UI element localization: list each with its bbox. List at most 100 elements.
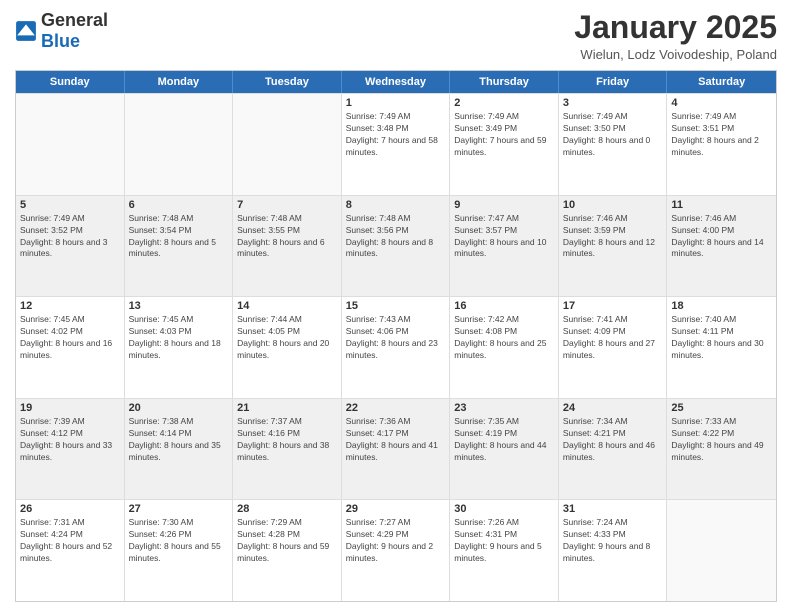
calendar-cell: 16 Sunrise: 7:42 AM Sunset: 4:08 PM Dayli… (450, 297, 559, 398)
cell-info: Sunrise: 7:48 AM Sunset: 3:56 PM Dayligh… (346, 213, 446, 261)
calendar-row: 1 Sunrise: 7:49 AM Sunset: 3:48 PM Daylig… (16, 93, 776, 195)
calendar-cell: 20Sunrise: 7:38 AM Sunset: 4:14 PM Dayli… (125, 399, 234, 500)
calendar-cell: 4 Sunrise: 7:49 AM Sunset: 3:51 PM Daylig… (667, 94, 776, 195)
cell-info: Sunrise: 7:49 AM Sunset: 3:51 PM Dayligh… (671, 111, 772, 159)
cell-info: Sunrise: 7:35 AM Sunset: 4:19 PM Dayligh… (454, 416, 554, 464)
calendar-cell: 22 Sunrise: 7:36 AM Sunset: 4:17 PM Dayli… (342, 399, 451, 500)
calendar-cell: 19 Sunrise: 7:39 AM Sunset: 4:12 PM Dayli… (16, 399, 125, 500)
cell-info: Sunrise: 7:49 AM Sunset: 3:49 PM Dayligh… (454, 111, 554, 159)
cell-info: Sunrise: 7:48 AM Sunset: 3:55 PM Dayligh… (237, 213, 337, 261)
cell-info: Sunrise: 7:42 AM Sunset: 4:08 PM Dayligh… (454, 314, 554, 362)
cell-info: Sunrise: 7:44 AM Sunset: 4:05 PM Dayligh… (237, 314, 337, 362)
cell-info: Sunrise: 7:45 AM Sunset: 4:03 PM Dayligh… (129, 314, 229, 362)
calendar-row: 26 Sunrise: 7:31 AM Sunset: 4:24 PM Dayli… (16, 499, 776, 601)
calendar-header: SundayMondayTuesdayWednesdayThursdayFrid… (16, 71, 776, 93)
calendar-cell: 2Sunrise: 7:49 AM Sunset: 3:49 PM Daylig… (450, 94, 559, 195)
cell-info: Sunrise: 7:41 AM Sunset: 4:09 PM Dayligh… (563, 314, 663, 362)
day-number: 26 (20, 503, 120, 515)
day-number: 20 (129, 402, 229, 414)
day-number: 9 (454, 199, 554, 211)
day-number: 28 (237, 503, 337, 515)
calendar-cell: 9 Sunrise: 7:47 AM Sunset: 3:57 PM Daylig… (450, 196, 559, 297)
logo-icon (15, 20, 37, 42)
calendar-row: 5Sunrise: 7:49 AM Sunset: 3:52 PM Daylig… (16, 195, 776, 297)
calendar-row: 12Sunrise: 7:45 AM Sunset: 4:02 PM Dayli… (16, 296, 776, 398)
calendar-cell: 12Sunrise: 7:45 AM Sunset: 4:02 PM Dayli… (16, 297, 125, 398)
cell-info: Sunrise: 7:37 AM Sunset: 4:16 PM Dayligh… (237, 416, 337, 464)
weekday-header: Saturday (667, 71, 776, 93)
day-number: 23 (454, 402, 554, 414)
calendar-cell: 5Sunrise: 7:49 AM Sunset: 3:52 PM Daylig… (16, 196, 125, 297)
calendar-cell: 25 Sunrise: 7:33 AM Sunset: 4:22 PM Dayli… (667, 399, 776, 500)
day-number: 4 (671, 97, 772, 109)
day-number: 17 (563, 300, 663, 312)
weekday-header: Monday (125, 71, 234, 93)
cell-info: Sunrise: 7:36 AM Sunset: 4:17 PM Dayligh… (346, 416, 446, 464)
weekday-header: Friday (559, 71, 668, 93)
calendar-cell: 13 Sunrise: 7:45 AM Sunset: 4:03 PM Dayli… (125, 297, 234, 398)
calendar-row: 19 Sunrise: 7:39 AM Sunset: 4:12 PM Dayli… (16, 398, 776, 500)
calendar-cell: 24 Sunrise: 7:34 AM Sunset: 4:21 PM Dayli… (559, 399, 668, 500)
header: General Blue January 2025 Wielun, Lodz V… (15, 10, 777, 62)
calendar-cell: 11 Sunrise: 7:46 AM Sunset: 4:00 PM Dayli… (667, 196, 776, 297)
calendar-cell: 31 Sunrise: 7:24 AM Sunset: 4:33 PM Dayli… (559, 500, 668, 601)
location: Wielun, Lodz Voivodeship, Poland (574, 47, 777, 62)
cell-info: Sunrise: 7:24 AM Sunset: 4:33 PM Dayligh… (563, 517, 663, 565)
day-number: 11 (671, 199, 772, 211)
day-number: 27 (129, 503, 229, 515)
cell-info: Sunrise: 7:29 AM Sunset: 4:28 PM Dayligh… (237, 517, 337, 565)
calendar: SundayMondayTuesdayWednesdayThursdayFrid… (15, 70, 777, 602)
cell-info: Sunrise: 7:39 AM Sunset: 4:12 PM Dayligh… (20, 416, 120, 464)
day-number: 19 (20, 402, 120, 414)
day-number: 31 (563, 503, 663, 515)
cell-info: Sunrise: 7:30 AM Sunset: 4:26 PM Dayligh… (129, 517, 229, 565)
day-number: 22 (346, 402, 446, 414)
cell-info: Sunrise: 7:31 AM Sunset: 4:24 PM Dayligh… (20, 517, 120, 565)
calendar-cell (233, 94, 342, 195)
day-number: 25 (671, 402, 772, 414)
day-number: 16 (454, 300, 554, 312)
cell-info: Sunrise: 7:26 AM Sunset: 4:31 PM Dayligh… (454, 517, 554, 565)
cell-info: Sunrise: 7:43 AM Sunset: 4:06 PM Dayligh… (346, 314, 446, 362)
cell-info: Sunrise: 7:49 AM Sunset: 3:48 PM Dayligh… (346, 111, 446, 159)
weekday-header: Tuesday (233, 71, 342, 93)
calendar-cell (16, 94, 125, 195)
cell-info: Sunrise: 7:34 AM Sunset: 4:21 PM Dayligh… (563, 416, 663, 464)
day-number: 15 (346, 300, 446, 312)
day-number: 29 (346, 503, 446, 515)
calendar-cell: 26 Sunrise: 7:31 AM Sunset: 4:24 PM Dayli… (16, 500, 125, 601)
page: General Blue January 2025 Wielun, Lodz V… (0, 0, 792, 612)
calendar-cell: 29 Sunrise: 7:27 AM Sunset: 4:29 PM Dayli… (342, 500, 451, 601)
cell-info: Sunrise: 7:49 AM Sunset: 3:52 PM Dayligh… (20, 213, 120, 261)
cell-info: Sunrise: 7:33 AM Sunset: 4:22 PM Dayligh… (671, 416, 772, 464)
calendar-cell: 30 Sunrise: 7:26 AM Sunset: 4:31 PM Dayli… (450, 500, 559, 601)
day-number: 24 (563, 402, 663, 414)
calendar-cell: 21 Sunrise: 7:37 AM Sunset: 4:16 PM Dayli… (233, 399, 342, 500)
day-number: 1 (346, 97, 446, 109)
day-number: 7 (237, 199, 337, 211)
weekday-header: Sunday (16, 71, 125, 93)
day-number: 21 (237, 402, 337, 414)
calendar-cell: 18Sunrise: 7:40 AM Sunset: 4:11 PM Dayli… (667, 297, 776, 398)
weekday-header: Wednesday (342, 71, 451, 93)
cell-info: Sunrise: 7:27 AM Sunset: 4:29 PM Dayligh… (346, 517, 446, 565)
calendar-cell: 6Sunrise: 7:48 AM Sunset: 3:54 PM Daylig… (125, 196, 234, 297)
calendar-cell: 8Sunrise: 7:48 AM Sunset: 3:56 PM Daylig… (342, 196, 451, 297)
day-number: 30 (454, 503, 554, 515)
cell-info: Sunrise: 7:47 AM Sunset: 3:57 PM Dayligh… (454, 213, 554, 261)
calendar-body: 1 Sunrise: 7:49 AM Sunset: 3:48 PM Daylig… (16, 93, 776, 601)
cell-info: Sunrise: 7:48 AM Sunset: 3:54 PM Dayligh… (129, 213, 229, 261)
weekday-header: Thursday (450, 71, 559, 93)
day-number: 14 (237, 300, 337, 312)
cell-info: Sunrise: 7:46 AM Sunset: 3:59 PM Dayligh… (563, 213, 663, 261)
calendar-cell: 15 Sunrise: 7:43 AM Sunset: 4:06 PM Dayli… (342, 297, 451, 398)
cell-info: Sunrise: 7:46 AM Sunset: 4:00 PM Dayligh… (671, 213, 772, 261)
calendar-cell (667, 500, 776, 601)
month-title: January 2025 (574, 10, 777, 45)
calendar-cell: 10 Sunrise: 7:46 AM Sunset: 3:59 PM Dayli… (559, 196, 668, 297)
day-number: 10 (563, 199, 663, 211)
cell-info: Sunrise: 7:40 AM Sunset: 4:11 PM Dayligh… (671, 314, 772, 362)
calendar-cell: 27 Sunrise: 7:30 AM Sunset: 4:26 PM Dayli… (125, 500, 234, 601)
calendar-cell: 1 Sunrise: 7:49 AM Sunset: 3:48 PM Daylig… (342, 94, 451, 195)
day-number: 13 (129, 300, 229, 312)
